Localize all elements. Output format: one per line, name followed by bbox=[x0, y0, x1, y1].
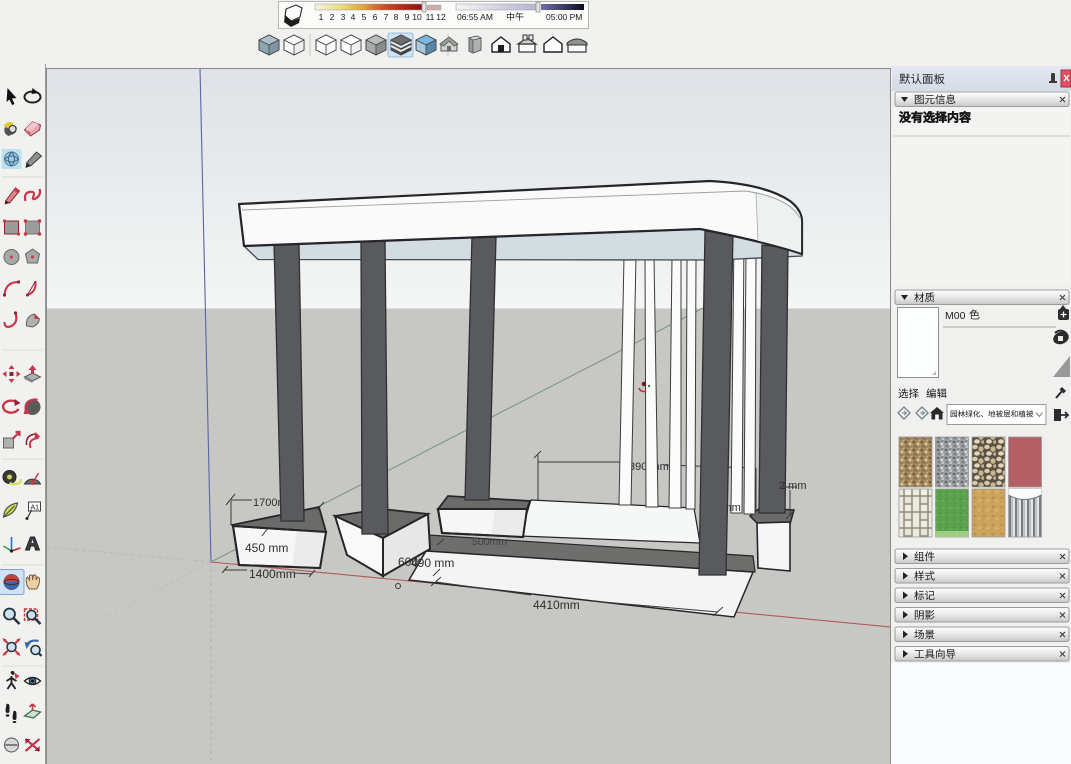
svg-text:500mm: 500mm bbox=[472, 536, 507, 548]
svg-text:490 mm: 490 mm bbox=[411, 556, 454, 570]
svg-text:M00: M00 bbox=[945, 310, 966, 322]
svg-text:1400mm: 1400mm bbox=[249, 567, 296, 581]
svg-text:4410mm: 4410mm bbox=[533, 598, 580, 612]
svg-text:450 mm: 450 mm bbox=[245, 541, 288, 555]
svg-text:2 mm: 2 mm bbox=[779, 480, 807, 492]
